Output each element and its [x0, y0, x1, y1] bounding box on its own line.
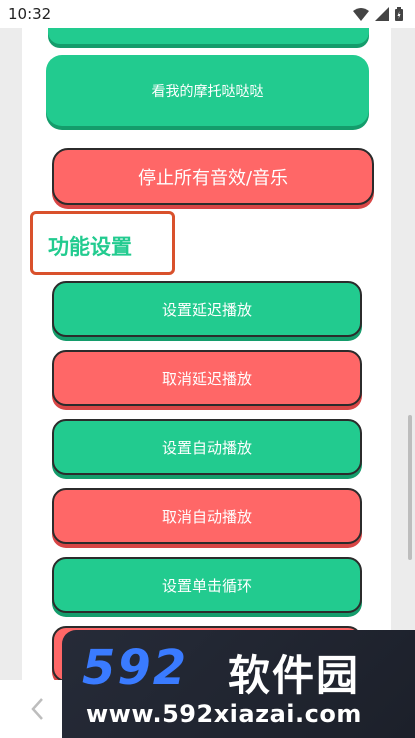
set-delay-play-button[interactable]: 设置延迟播放: [52, 281, 362, 337]
set-auto-play-button[interactable]: 设置自动播放: [52, 419, 362, 475]
watermark-number: 592: [82, 640, 189, 696]
signal-icon: [375, 7, 389, 21]
watermark-url: www.592xiazai.com: [86, 700, 362, 728]
cancel-auto-play-button[interactable]: 取消自动播放: [52, 488, 362, 544]
status-bar: 10:32: [0, 0, 415, 28]
battery-icon: [395, 7, 403, 21]
status-time: 10:32: [8, 5, 52, 23]
wifi-icon: [353, 7, 369, 21]
scrollbar[interactable]: [408, 415, 412, 560]
chevron-left-icon[interactable]: [30, 697, 44, 725]
watermark-name: 软件园: [228, 651, 361, 700]
set-click-loop-button[interactable]: 设置单击循环: [52, 557, 362, 613]
moto-sound-button[interactable]: 看我的摩托哒哒哒: [46, 55, 369, 126]
partial-top-button[interactable]: [48, 28, 369, 44]
section-heading-highlight: 功能设置: [30, 211, 175, 275]
stop-all-audio-button[interactable]: 停止所有音效/音乐: [52, 148, 374, 205]
watermark-logo: 592 软件园 www.592xiazai.com: [62, 630, 415, 738]
cancel-delay-play-button[interactable]: 取消延迟播放: [52, 350, 362, 406]
section-title: 功能设置: [48, 235, 132, 259]
content-card: 看我的摩托哒哒哒 停止所有音效/音乐 功能设置 设置延迟播放 取消延迟播放 设置…: [22, 28, 391, 680]
status-icons: [353, 7, 403, 21]
